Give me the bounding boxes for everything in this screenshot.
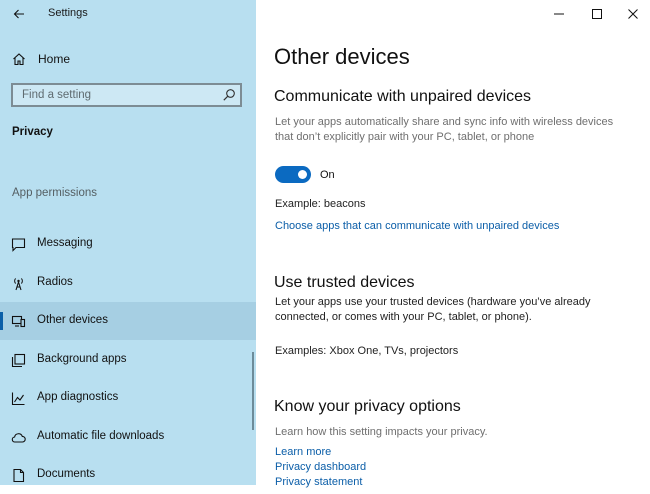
unpaired-example: Example: beacons xyxy=(275,198,366,210)
home-nav-item[interactable]: Home xyxy=(0,46,256,72)
title-bar: Settings xyxy=(0,0,256,28)
section-title: Privacy xyxy=(12,126,53,138)
privacy-heading: Know your privacy options xyxy=(274,398,461,415)
trusted-examples: Examples: Xbox One, TVs, projectors xyxy=(275,345,459,357)
choose-apps-link[interactable]: Choose apps that can communicate with un… xyxy=(275,220,559,232)
messaging-icon xyxy=(11,238,26,252)
sidebar-item-label: Background apps xyxy=(37,353,127,365)
sidebar-scrollbar[interactable] xyxy=(252,352,254,430)
search-icon[interactable] xyxy=(222,88,236,102)
sidebar-item-label: Messaging xyxy=(37,237,93,249)
unpaired-heading: Communicate with unpaired devices xyxy=(274,88,532,105)
home-icon xyxy=(13,53,25,66)
home-label: Home xyxy=(38,52,71,66)
sidebar-item-label: Radios xyxy=(37,276,73,288)
unpaired-description: Let your apps automatically share and sy… xyxy=(275,116,614,143)
sidebar-item-documents[interactable]: Documents xyxy=(0,456,256,494)
sidebar: Settings Home Privacy App permissions Me… xyxy=(0,0,256,485)
back-arrow-icon xyxy=(13,9,24,19)
sidebar-item-other-devices[interactable]: Other devices xyxy=(0,302,256,340)
main-content: Other devices Communicate with unpaired … xyxy=(256,0,650,488)
other-devices-icon xyxy=(11,315,26,328)
selection-indicator xyxy=(0,312,3,330)
radio-tower-icon xyxy=(14,278,23,291)
back-button[interactable] xyxy=(8,3,30,25)
sidebar-item-label: Other devices xyxy=(37,314,108,326)
sidebar-item-label: App diagnostics xyxy=(37,391,119,403)
privacy-dashboard-link[interactable]: Privacy dashboard xyxy=(275,461,366,473)
app-title: Settings xyxy=(48,7,88,19)
sidebar-item-label: Documents xyxy=(37,468,96,480)
sidebar-item-label: Automatic file downloads xyxy=(37,430,165,442)
background-apps-icon xyxy=(11,353,26,368)
search-box[interactable] xyxy=(11,83,242,107)
learn-more-link[interactable]: Learn more xyxy=(275,446,331,458)
unpaired-devices-toggle[interactable] xyxy=(275,166,311,183)
sidebar-item-app-diagnostics[interactable]: App diagnostics xyxy=(0,379,256,417)
app-diagnostics-icon xyxy=(11,392,25,406)
sidebar-item-automatic-file-downloads[interactable]: Automatic file downloads xyxy=(0,418,256,456)
trusted-description: Let your apps use your trusted devices (… xyxy=(275,296,591,323)
toggle-knob xyxy=(298,170,307,179)
document-icon xyxy=(13,468,25,483)
cloud-icon xyxy=(11,433,26,443)
privacy-description: Learn how this setting impacts your priv… xyxy=(275,426,488,438)
search-input[interactable] xyxy=(13,85,222,105)
toggle-state-label: On xyxy=(320,169,335,181)
sidebar-item-background-apps[interactable]: Background apps xyxy=(0,341,256,379)
page-title: Other devices xyxy=(274,44,410,69)
sidebar-item-radios[interactable]: Radios xyxy=(0,264,256,302)
trusted-heading: Use trusted devices xyxy=(274,274,415,291)
privacy-statement-link[interactable]: Privacy statement xyxy=(275,476,362,488)
group-label: App permissions xyxy=(12,187,98,199)
sidebar-item-messaging[interactable]: Messaging xyxy=(0,225,256,263)
